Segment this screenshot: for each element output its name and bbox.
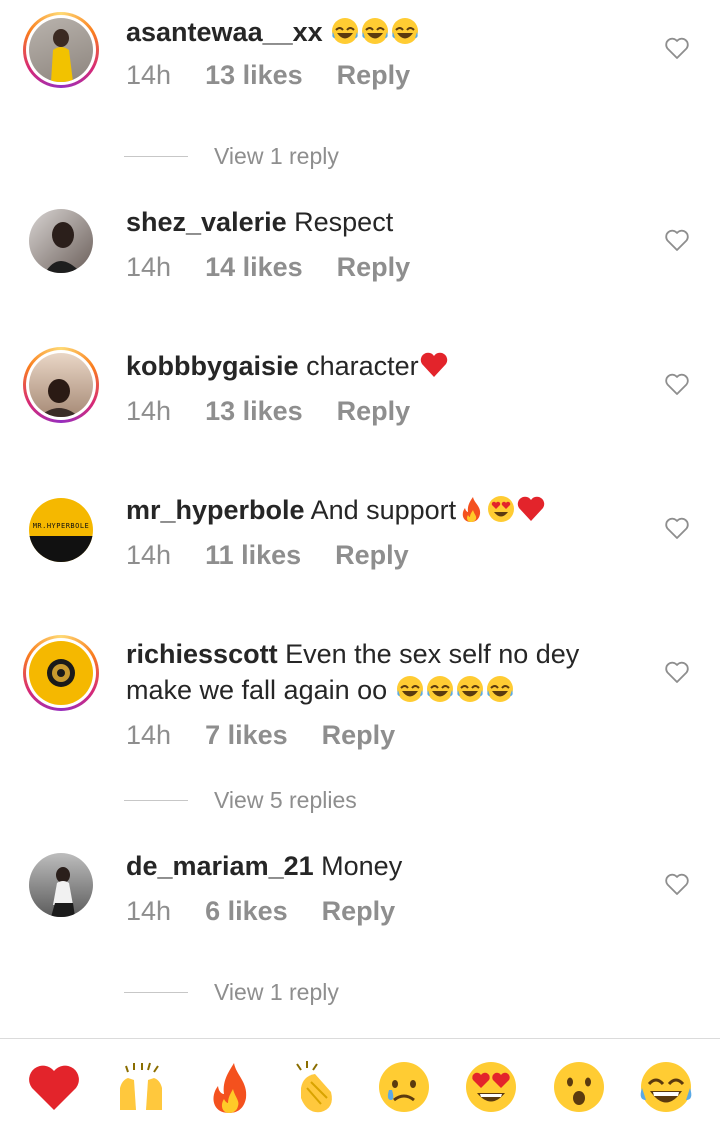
tears-of-joy-emoji <box>390 16 420 46</box>
avatar[interactable] <box>23 203 99 279</box>
like-heart-icon[interactable] <box>664 660 690 684</box>
comment-meta: 14h 7 likes Reply <box>126 720 395 751</box>
clapping-hands-reaction-icon[interactable] <box>287 1058 345 1116</box>
comment-username[interactable]: richiesscott <box>126 639 278 669</box>
view-replies-label[interactable]: View 5 replies <box>214 787 357 814</box>
like-heart-icon[interactable] <box>664 372 690 396</box>
heart-reaction-icon[interactable] <box>25 1058 83 1116</box>
view-replies-button[interactable]: View 5 replies <box>124 787 357 814</box>
like-heart-icon[interactable] <box>664 228 690 252</box>
comment-body: Money <box>321 851 403 881</box>
comment-body: And support <box>310 495 457 525</box>
comment-body: character <box>306 351 419 381</box>
avatar-logo-text: MR.HYPERBOLE <box>32 522 90 530</box>
comment-username[interactable]: mr_hyperbole <box>126 495 305 525</box>
comment-time: 14h <box>126 60 172 90</box>
comment-username[interactable]: asantewaa__xx <box>126 17 323 47</box>
avatar[interactable] <box>23 847 99 923</box>
comment-likes[interactable]: 11 likes <box>205 540 301 571</box>
like-heart-icon[interactable] <box>664 872 690 896</box>
like-heart-icon[interactable] <box>664 36 690 60</box>
comment-time: 14h <box>126 396 172 426</box>
comment-time: 14h <box>126 896 172 926</box>
tears-of-joy-emoji <box>395 674 425 704</box>
tears-of-joy-emoji <box>425 674 455 704</box>
raised-hands-reaction-icon[interactable] <box>112 1058 170 1116</box>
comment-likes[interactable]: 13 likes <box>205 60 303 91</box>
divider-line <box>124 155 188 158</box>
tears-of-joy-reaction-icon[interactable] <box>637 1058 695 1116</box>
comment-time: 14h <box>126 252 172 282</box>
comment-meta: 14h 11 likes Reply <box>126 540 409 571</box>
tears-of-joy-emoji <box>360 16 390 46</box>
reply-button[interactable]: Reply <box>335 540 409 571</box>
reply-button[interactable]: Reply <box>337 396 411 427</box>
divider-line <box>124 799 188 802</box>
view-replies-label[interactable]: View 1 reply <box>214 143 339 170</box>
comment-text: mr_hyperbole And support <box>126 492 596 528</box>
reply-button[interactable]: Reply <box>322 896 396 927</box>
comment-meta: 14h 13 likes Reply <box>126 60 410 91</box>
view-replies-label[interactable]: View 1 reply <box>214 979 339 1006</box>
divider-line <box>124 991 188 994</box>
comment-likes[interactable]: 14 likes <box>205 252 303 283</box>
comment-username[interactable]: de_mariam_21 <box>126 851 314 881</box>
comment-meta: 14h 14 likes Reply <box>126 252 410 283</box>
view-replies-button[interactable]: View 1 reply <box>124 979 339 1006</box>
tears-of-joy-emoji <box>455 674 485 704</box>
avatar[interactable] <box>23 635 99 711</box>
tears-of-joy-emoji <box>485 674 515 704</box>
comment-time: 14h <box>126 720 172 750</box>
red-heart-emoji <box>516 494 546 524</box>
comment-text: asantewaa__xx <box>126 14 596 50</box>
surprised-face-reaction-icon[interactable] <box>550 1058 608 1116</box>
comment-text: kobbbygaisie character <box>126 348 596 384</box>
avatar[interactable] <box>23 12 99 88</box>
comment-likes[interactable]: 13 likes <box>205 396 303 427</box>
fire-emoji <box>456 494 486 524</box>
comment-likes[interactable]: 7 likes <box>205 720 288 751</box>
heart-eyes-emoji <box>486 494 516 524</box>
red-heart-emoji <box>419 350 449 380</box>
reply-button[interactable]: Reply <box>337 60 411 91</box>
view-replies-button[interactable]: View 1 reply <box>124 143 339 170</box>
comment-meta: 14h 13 likes Reply <box>126 396 410 427</box>
comment-text: de_mariam_21 Money <box>126 848 596 884</box>
crying-face-reaction-icon[interactable] <box>375 1058 433 1116</box>
comment-likes[interactable]: 6 likes <box>205 896 288 927</box>
tears-of-joy-emoji <box>330 16 360 46</box>
reply-button[interactable]: Reply <box>322 720 396 751</box>
avatar[interactable] <box>23 347 99 423</box>
comment-username[interactable]: shez_valerie <box>126 207 287 237</box>
comment-text: shez_valerie Respect <box>126 204 596 240</box>
comment-username[interactable]: kobbbygaisie <box>126 351 299 381</box>
quick-reactions-bar <box>0 1038 720 1134</box>
heart-eyes-reaction-icon[interactable] <box>462 1058 520 1116</box>
like-heart-icon[interactable] <box>664 516 690 540</box>
comment-time: 14h <box>126 540 172 570</box>
fire-reaction-icon[interactable] <box>200 1058 258 1116</box>
reply-button[interactable]: Reply <box>337 252 411 283</box>
comment-body: Respect <box>294 207 394 237</box>
comment-meta: 14h 6 likes Reply <box>126 896 395 927</box>
avatar[interactable]: MR.HYPERBOLE <box>23 492 99 568</box>
comment-text: richiesscott Even the sex self no dey ma… <box>126 636 596 708</box>
